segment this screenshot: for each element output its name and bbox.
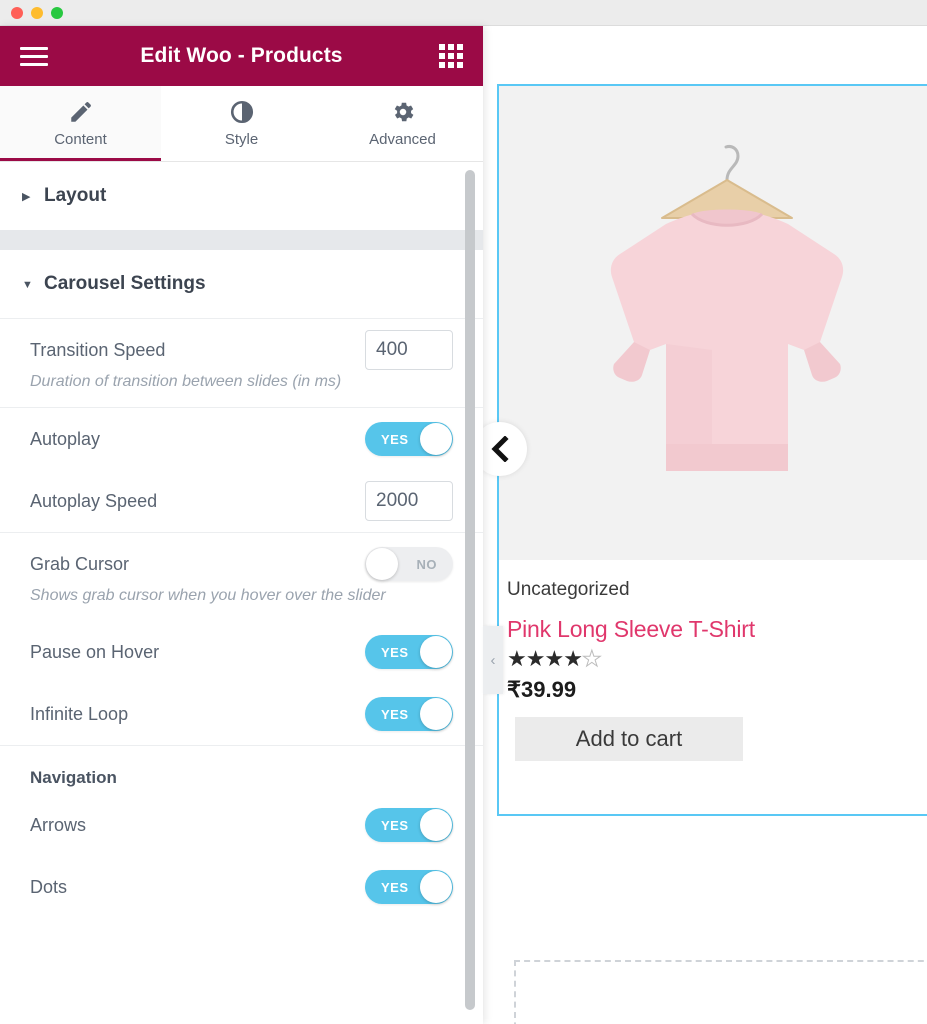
zoom-button[interactable] <box>51 6 63 19</box>
control-grab-cursor: Grab Cursor NO <box>0 533 483 595</box>
arrows-toggle-state: YES <box>381 817 409 833</box>
autoplay-toggle[interactable]: YES <box>365 422 453 456</box>
infinite-loop-toggle-state: YES <box>381 706 409 722</box>
star-filled-icon: ★ <box>544 645 564 671</box>
dots-toggle-state: YES <box>381 879 409 895</box>
infinite-loop-label: Infinite Loop <box>30 703 129 724</box>
section-carousel-settings-title: Carousel Settings <box>44 273 206 294</box>
tab-style-label: Style <box>224 131 259 148</box>
contrast-icon <box>230 100 253 124</box>
autoplay-toggle-state: YES <box>381 431 409 447</box>
grab-cursor-label: Grab Cursor <box>30 553 130 574</box>
control-dots: Dots YES <box>0 856 483 918</box>
control-transition-speed: Transition Speed <box>0 319 483 381</box>
product-category[interactable]: Uncategorized <box>505 578 927 602</box>
chevron-left-icon: ‹ <box>490 651 496 669</box>
panel-body: Layout Carousel Settings Transition Spee… <box>0 162 483 1024</box>
tab-content-label: Content <box>54 131 107 148</box>
pause-on-hover-toggle[interactable]: YES <box>365 635 453 669</box>
add-to-cart-button[interactable]: Add to cart <box>515 716 743 761</box>
section-carousel-settings[interactable]: Carousel Settings <box>0 250 483 318</box>
editor-panel: Edit Woo - Products Content Style Advanc… <box>0 26 483 1024</box>
toggle-knob <box>420 636 452 668</box>
tab-advanced[interactable]: Advanced <box>322 86 483 161</box>
grid-icon[interactable] <box>439 44 463 68</box>
grab-cursor-help: Shows grab cursor when you hover over th… <box>30 587 386 604</box>
tab-advanced-label: Advanced <box>369 131 436 148</box>
pencil-icon <box>70 102 91 122</box>
window-titlebar <box>0 0 927 26</box>
transition-speed-label: Transition Speed <box>30 339 166 360</box>
star-empty-icon: ★ <box>581 645 602 671</box>
pause-on-hover-label: Pause on Hover <box>30 641 160 662</box>
product-image <box>499 86 927 560</box>
toggle-knob <box>366 548 398 580</box>
toggle-knob <box>420 698 452 730</box>
navigation-heading: Navigation <box>30 768 117 787</box>
chevron-left-icon <box>491 436 509 462</box>
product-price: ₹39.99 <box>507 676 577 702</box>
close-button[interactable] <box>11 6 23 19</box>
transition-speed-help: Duration of transition between slides (i… <box>30 373 342 390</box>
arrows-label: Arrows <box>30 814 87 835</box>
section-layout-title: Layout <box>44 185 107 206</box>
control-infinite-loop: Infinite Loop YES <box>0 683 483 745</box>
autoplay-speed-input[interactable] <box>365 481 453 521</box>
transition-speed-input[interactable] <box>365 330 453 370</box>
app-window: Uncategorized Pink Long Sleeve T-Shirt ★… <box>0 0 927 1024</box>
star-filled-icon: ★ <box>525 645 546 671</box>
control-arrows: Arrows YES <box>0 794 483 856</box>
toggle-knob <box>420 423 452 455</box>
panel-tabs: Content Style Advanced <box>0 86 483 162</box>
section-layout[interactable]: Layout <box>0 162 483 230</box>
chevron-right-icon <box>22 189 44 203</box>
dots-toggle[interactable]: YES <box>365 870 453 904</box>
empty-drop-area[interactable] <box>514 960 927 1024</box>
pause-on-hover-toggle-state: YES <box>381 644 409 660</box>
panel-scrollbar-thumb[interactable] <box>465 170 475 1010</box>
sweatshirt-illustration <box>610 145 844 471</box>
control-autoplay-speed: Autoplay Speed <box>0 470 483 532</box>
tab-content[interactable]: Content <box>0 86 161 161</box>
panel-scrollbar[interactable] <box>465 162 475 1024</box>
product-title[interactable]: Pink Long Sleeve T-Shirt <box>505 616 927 643</box>
grab-cursor-toggle[interactable]: NO <box>365 547 453 581</box>
product-details: Uncategorized Pink Long Sleeve T-Shirt ★… <box>499 560 927 761</box>
section-divider <box>0 230 483 250</box>
autoplay-speed-label: Autoplay Speed <box>30 490 158 511</box>
toggle-knob <box>420 871 452 903</box>
dots-label: Dots <box>30 876 68 897</box>
panel-header: Edit Woo - Products <box>0 26 483 86</box>
page-title: Edit Woo - Products <box>140 44 343 67</box>
gear-icon <box>394 102 413 122</box>
grab-cursor-toggle-state: NO <box>416 556 437 572</box>
control-pause-on-hover: Pause on Hover YES <box>0 621 483 683</box>
product-carousel-widget[interactable]: Uncategorized Pink Long Sleeve T-Shirt ★… <box>497 84 927 816</box>
star-filled-icon: ★ <box>563 645 583 671</box>
chevron-down-icon <box>22 277 44 291</box>
panel-collapse-handle[interactable]: ‹ <box>483 626 503 694</box>
tab-style[interactable]: Style <box>161 86 322 161</box>
infinite-loop-toggle[interactable]: YES <box>365 697 453 731</box>
autoplay-label: Autoplay <box>30 428 101 449</box>
minimize-button[interactable] <box>31 6 43 19</box>
hamburger-icon[interactable] <box>20 46 48 66</box>
arrows-toggle[interactable]: YES <box>365 808 453 842</box>
toggle-knob <box>420 809 452 841</box>
control-autoplay: Autoplay YES <box>0 408 483 470</box>
star-filled-icon: ★ <box>507 645 527 671</box>
product-rating: ★★★★★ <box>505 645 927 671</box>
